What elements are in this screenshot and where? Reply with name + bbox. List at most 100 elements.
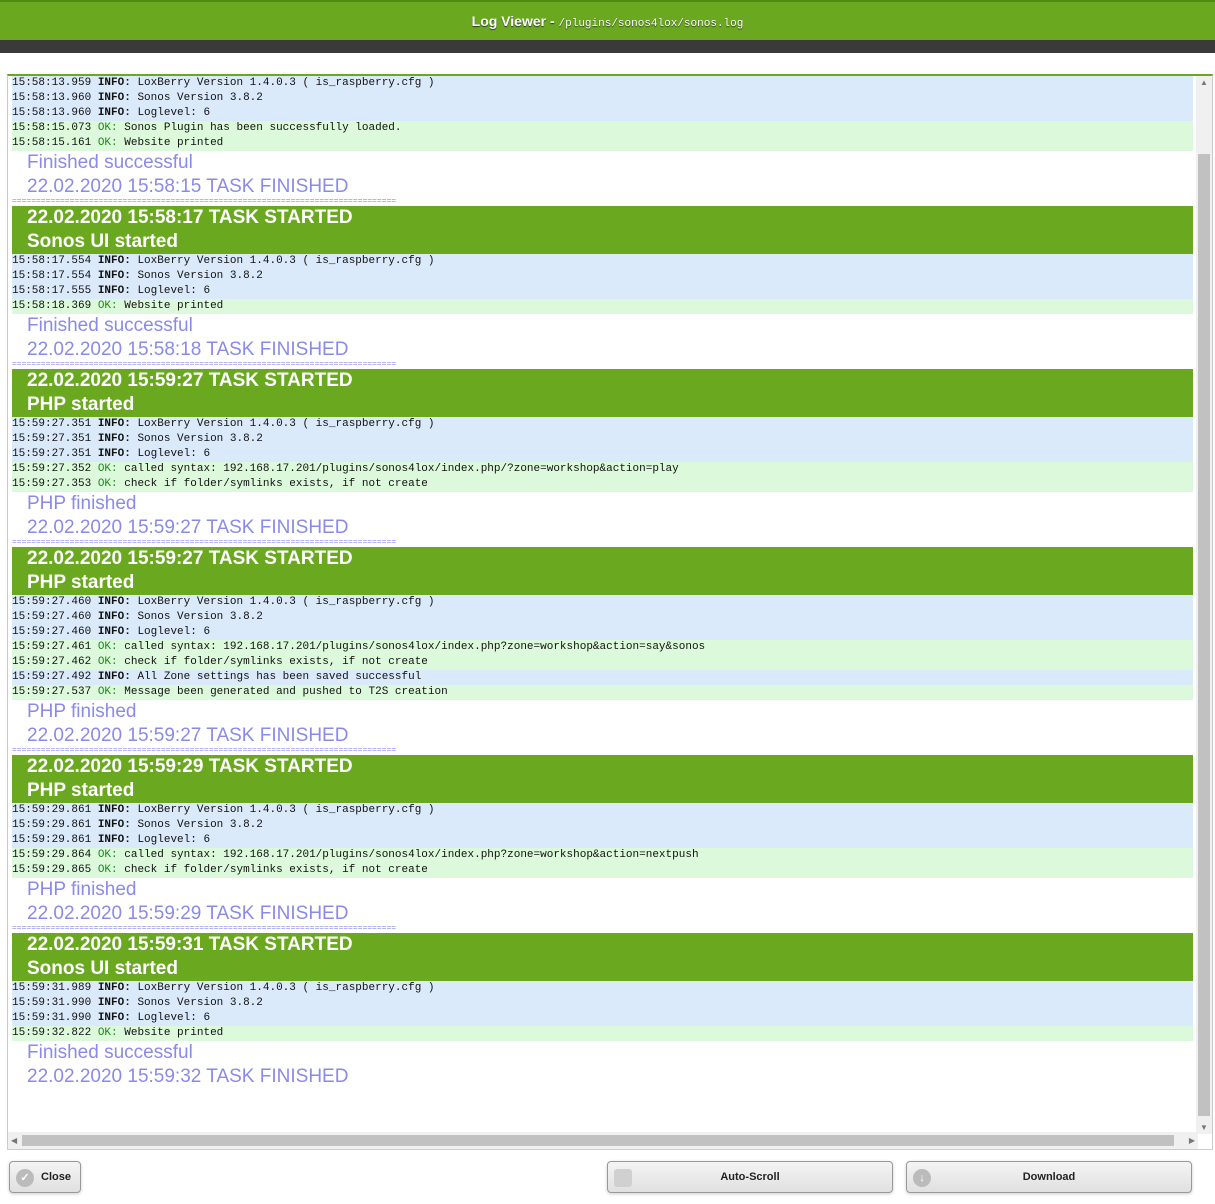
horizontal-scroll-thumb[interactable] [22,1135,1174,1146]
log-level: INFO: [97,107,131,119]
log-level: OK: [97,686,118,698]
log-level: INFO: [97,596,131,608]
log-line: 15:59:27.460 INFO: LoxBerry Version 1.4.… [12,595,1193,610]
log-level: INFO: [97,285,131,297]
task-finished-text: 22.02.2020 15:59:27 TASK FINISHED [27,517,349,538]
log-line: 15:59:32.822 OK: Website printed [12,1026,1193,1041]
log-time: 15:59:29.861 [12,834,92,846]
task-finished-text: PHP finished [27,701,137,722]
task-started: 22.02.2020 15:58:17 TASK STARTED [27,207,353,228]
task-name: PHP started [27,572,135,593]
task-finished-text: 22.02.2020 15:58:15 TASK FINISHED [27,176,349,197]
log-path: /plugins/sonos4lox/sonos.log [558,18,744,30]
separator: ========================================… [12,747,397,755]
task-finished-text: 22.02.2020 15:59:32 TASK FINISHED [27,1066,349,1087]
task-started: 22.02.2020 15:59:27 TASK STARTED [27,370,353,391]
log-time: 15:58:15.073 [12,122,92,134]
log-line: 15:58:15.073 OK: Sonos Plugin has been s… [12,121,1193,136]
log-line: 15:59:27.353 OK: check if folder/symlink… [12,477,1193,492]
scroll-left-icon[interactable]: ◀ [11,1136,17,1145]
log-time: 15:58:13.959 [12,77,92,89]
log-time: 15:59:27.351 [12,448,92,460]
log-time: 15:58:18.369 [12,300,92,312]
task-finished-text: Finished successful [27,315,193,336]
close-button[interactable]: ✓ Close [9,1161,81,1193]
log-content: 15:58:13.959 INFO: LoxBerry Version 1.4.… [12,76,1193,1134]
log-line: 15:58:18.369 OK: Website printed [12,299,1193,314]
log-message: LoxBerry Version 1.4.0.3 ( is_raspberry.… [137,804,435,816]
horizontal-scrollbar[interactable]: ◀ ▶ [8,1132,1198,1149]
title: Log Viewer - [471,13,559,29]
log-level: OK: [97,478,118,490]
log-message: Loglevel: 6 [137,626,211,638]
task-header: 22.02.2020 15:59:31 TASK STARTED Sonos UI… [12,933,1193,981]
log-level: OK: [97,864,118,876]
log-line: 15:59:27.492 INFO: All Zone settings has… [12,670,1193,685]
auto-scroll-button[interactable]: Auto-Scroll [607,1161,893,1193]
log-level: INFO: [97,448,131,460]
log-message: Loglevel: 6 [137,834,211,846]
check-icon: ✓ [16,1169,34,1187]
scroll-right-icon[interactable]: ▶ [1189,1136,1195,1145]
task-finished-text: PHP finished [27,879,137,900]
log-message: Loglevel: 6 [137,1012,211,1024]
log-line: 15:58:13.959 INFO: LoxBerry Version 1.4.… [12,76,1193,91]
log-line: 15:59:29.861 INFO: Sonos Version 3.8.2 [12,818,1193,833]
log-time: 15:59:27.460 [12,596,92,608]
log-time: 15:59:27.460 [12,611,92,623]
log-level: INFO: [97,982,131,994]
log-line: 15:59:27.537 OK: Message been generated … [12,685,1193,700]
separator: ========================================… [12,925,397,933]
task-name: Sonos UI started [27,958,178,979]
download-button[interactable]: ↓ Download [906,1161,1192,1193]
scroll-down-icon[interactable]: ▼ [1200,1123,1208,1132]
log-line: 15:59:27.460 INFO: Sonos Version 3.8.2 [12,610,1193,625]
log-message: Loglevel: 6 [137,285,211,297]
separator: ========================================… [12,198,397,206]
log-message: Sonos Version 3.8.2 [137,92,263,104]
log-message: check if folder/symlinks exists, if not … [124,656,428,668]
scroll-up-icon[interactable]: ▲ [1200,78,1208,87]
log-level: INFO: [97,418,131,430]
log-level: INFO: [97,997,131,1009]
task-header: 22.02.2020 15:59:27 TASK STARTED PHP star… [12,369,1193,417]
log-time: 15:59:27.353 [12,478,92,490]
log-message: Sonos Version 3.8.2 [137,819,263,831]
log-line: 15:58:15.161 OK: Website printed [12,136,1193,151]
task-finished-text: Finished successful [27,1042,193,1063]
log-message: Website printed [124,137,224,149]
log-message: Sonos Version 3.8.2 [137,270,263,282]
log-line: 15:58:17.554 INFO: LoxBerry Version 1.4.… [12,254,1193,269]
close-label: Close [41,1171,71,1183]
log-line: 15:59:27.351 INFO: Loglevel: 6 [12,447,1193,462]
log-level: INFO: [97,611,131,623]
log-time: 15:58:17.554 [12,255,92,267]
log-line: 15:59:31.990 INFO: Sonos Version 3.8.2 [12,996,1193,1011]
title-bar: Log Viewer - /plugins/sonos4lox/sonos.lo… [0,0,1215,40]
log-level: OK: [97,849,118,861]
task-finished-text: PHP finished [27,493,137,514]
separator: ========================================… [12,539,397,547]
log-message: Sonos Version 3.8.2 [137,433,263,445]
log-line: 15:59:27.351 INFO: Sonos Version 3.8.2 [12,432,1193,447]
log-message: LoxBerry Version 1.4.0.3 ( is_raspberry.… [137,77,435,89]
task-name: PHP started [27,394,135,415]
log-time: 15:59:29.865 [12,864,92,876]
checkbox-icon[interactable] [614,1169,632,1187]
log-time: 15:59:27.461 [12,641,92,653]
log-line: 15:58:17.555 INFO: Loglevel: 6 [12,284,1193,299]
log-level: INFO: [97,433,131,445]
log-message: called syntax: 192.168.17.201/plugins/so… [124,463,679,475]
vertical-scroll-thumb[interactable] [1198,154,1210,1116]
vertical-scrollbar[interactable]: ▲ ▼ [1196,76,1212,1134]
task-finished-text: Finished successful [27,152,193,173]
log-line: 15:59:31.990 INFO: Loglevel: 6 [12,1011,1193,1026]
log-panel[interactable]: 15:58:13.959 INFO: LoxBerry Version 1.4.… [7,74,1213,1150]
log-line: 15:59:29.864 OK: called syntax: 192.168.… [12,848,1193,863]
log-level: INFO: [97,804,131,816]
log-level: OK: [97,122,118,134]
task-started: 22.02.2020 15:59:29 TASK STARTED [27,756,353,777]
log-level: INFO: [97,671,131,683]
log-message: check if folder/symlinks exists, if not … [124,864,428,876]
log-message: Website printed [124,300,224,312]
